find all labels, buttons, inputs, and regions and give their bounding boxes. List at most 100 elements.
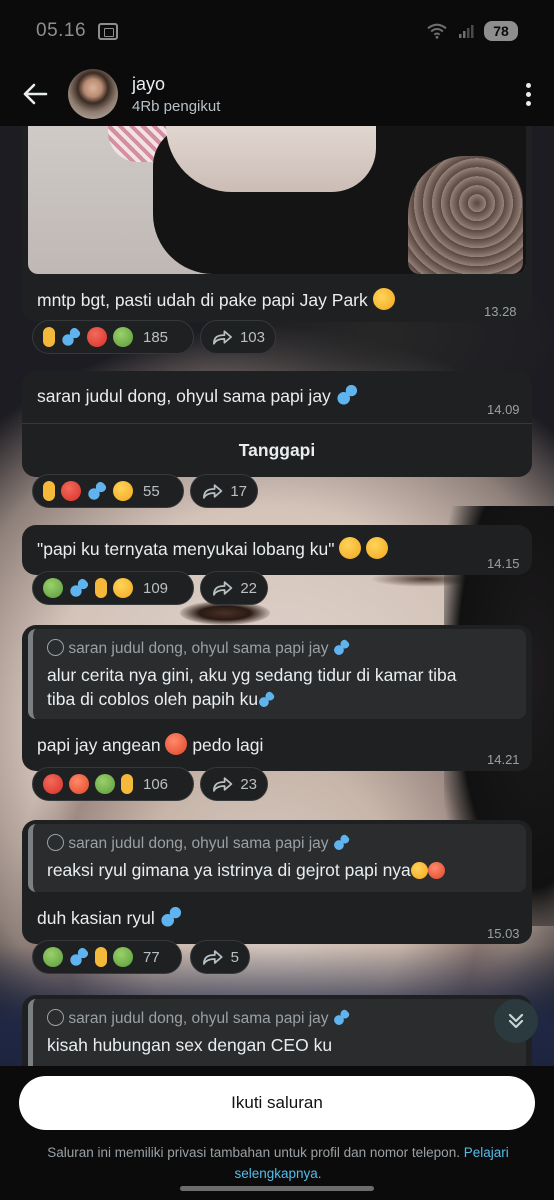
reactions-pill[interactable]: 185	[32, 320, 194, 354]
quoted-message[interactable]: saran judul dong, ohyul sama papi jay al…	[28, 629, 526, 719]
screen-record-icon	[98, 22, 119, 40]
status-time: 05.16	[36, 20, 87, 41]
forward-pill[interactable]: 23	[200, 767, 268, 801]
forward-count: 22	[240, 579, 257, 597]
menu-dot-icon	[525, 100, 531, 106]
reactions-pill[interactable]: 77	[32, 940, 182, 974]
sweat-droplets-emoji-icon	[332, 1009, 350, 1026]
forward-pill[interactable]: 17	[190, 474, 258, 508]
message-photo[interactable]	[28, 126, 526, 274]
quote-header: saran judul dong, ohyul sama papi jay	[47, 834, 350, 853]
drooling-face-emoji-icon	[339, 537, 362, 559]
vomiting-face-emoji-icon	[43, 947, 63, 967]
message-time: 14.21	[487, 752, 520, 767]
point-up-emoji-icon	[95, 947, 107, 967]
point-up-emoji-icon	[43, 327, 55, 347]
quote-header: saran judul dong, ohyul sama papi jay	[47, 639, 350, 658]
point-up-emoji-icon	[43, 481, 55, 501]
message-time: 13.28	[484, 304, 517, 319]
reaction-count: 55	[143, 482, 160, 500]
flushed-face-emoji-icon	[427, 862, 445, 879]
point-up-emoji-icon	[121, 774, 133, 794]
sweat-droplets-emoji-icon	[61, 327, 81, 347]
status-bar: 05.16 78	[0, 0, 554, 62]
sweat-droplets-emoji-icon	[87, 481, 107, 501]
forward-count: 5	[230, 948, 239, 966]
message-text: mntp bgt, pasti udah di pake papi Jay Pa…	[37, 288, 395, 312]
quote-header: saran judul dong, ohyul sama papi jay	[47, 1009, 350, 1028]
sweat-droplets-emoji-icon	[335, 384, 358, 406]
channel-title[interactable]: jayo 4Rb pengikut	[132, 74, 220, 115]
angry-face-emoji-icon	[87, 327, 107, 347]
scroll-to-bottom-button[interactable]	[494, 999, 538, 1043]
hand-over-mouth-emoji-icon	[410, 862, 428, 879]
flushed-face-emoji-icon	[69, 774, 89, 794]
back-button[interactable]	[20, 79, 50, 109]
nauseated-face-emoji-icon	[95, 774, 115, 794]
message-text: "papi ku ternyata menyukai lobang ku"	[37, 537, 389, 561]
quote-body: kisah hubungan sex dengan CEO ku	[47, 1035, 333, 1055]
signal-icon	[459, 25, 474, 38]
follower-count: 4Rb pengikut	[132, 97, 221, 115]
nauseated-face-emoji-icon	[113, 327, 133, 347]
message-time: 15.03	[487, 926, 520, 941]
quoted-message[interactable]: saran judul dong, ohyul sama papi jay ki…	[28, 999, 526, 1066]
flushed-face-emoji-icon	[165, 733, 188, 755]
help-circle-icon	[47, 834, 64, 851]
forward-pill[interactable]: 103	[200, 320, 276, 354]
nauseated-face-emoji-icon	[43, 578, 63, 598]
home-indicator	[180, 1186, 374, 1191]
sweat-droplets-emoji-icon	[69, 578, 89, 598]
sweat-droplets-emoji-icon	[332, 834, 350, 851]
more-options-button[interactable]	[524, 82, 532, 106]
back-arrow-icon	[23, 83, 48, 105]
smiling-blush-emoji-icon	[366, 537, 389, 559]
crying-face-emoji-icon	[113, 578, 133, 598]
menu-dot-icon	[525, 82, 531, 88]
help-circle-icon	[47, 1009, 64, 1026]
reaction-count: 77	[143, 948, 160, 966]
forward-icon	[213, 581, 233, 596]
angry-face-emoji-icon	[61, 481, 81, 501]
quote-body: reaksi ryul gimana ya istrinya di gejrot…	[47, 858, 445, 882]
quoted-message[interactable]: saran judul dong, ohyul sama papi jay re…	[28, 824, 526, 892]
reply-button[interactable]: Tanggapi	[22, 423, 532, 477]
follow-channel-button[interactable]: Ikuti saluran	[19, 1076, 535, 1130]
photo-detail	[166, 126, 376, 192]
privacy-notice: Saluran ini memiliki privasi tambahan un…	[47, 1145, 509, 1181]
channel-avatar[interactable]	[68, 69, 118, 119]
hand-over-mouth-emoji-icon	[372, 288, 395, 310]
menu-dot-icon	[525, 91, 531, 97]
channel-name: jayo	[132, 73, 166, 94]
channel-header: jayo 4Rb pengikut	[0, 62, 554, 126]
forward-pill[interactable]: 22	[200, 571, 268, 605]
forward-pill[interactable]: 5	[190, 940, 250, 974]
forward-icon	[203, 484, 223, 499]
message-text: saran judul dong, ohyul sama papi jay	[37, 384, 358, 408]
reactions-pill[interactable]: 106	[32, 767, 194, 801]
reactions-pill[interactable]: 109	[32, 571, 194, 605]
sweat-droplets-emoji-icon	[159, 906, 182, 928]
help-circle-icon	[47, 639, 64, 656]
reactions-pill[interactable]: 55	[32, 474, 184, 508]
forward-count: 17	[230, 482, 247, 500]
reaction-count: 185	[143, 328, 169, 346]
sweat-droplets-emoji-icon	[258, 691, 276, 708]
quote-body: alur cerita nya gini, aku yg sedang tidu…	[47, 665, 457, 709]
forward-count: 23	[240, 775, 257, 793]
photo-detail	[408, 156, 523, 274]
message-time: 14.09	[487, 402, 520, 417]
sweat-droplets-emoji-icon	[332, 639, 350, 656]
message-text: papi jay angean pedo lagi	[37, 733, 264, 755]
forward-icon	[213, 777, 233, 792]
sweat-droplets-emoji-icon	[69, 947, 89, 967]
reaction-count: 109	[143, 579, 169, 597]
message-text: duh kasian ryul	[37, 906, 182, 930]
forward-count: 103	[239, 328, 265, 346]
wifi-icon	[427, 23, 447, 39]
reaction-count: 106	[143, 775, 169, 793]
message-time: 14.15	[487, 556, 520, 571]
double-chevron-down-icon	[508, 1013, 524, 1029]
battery-indicator: 78	[484, 21, 518, 41]
angry-face-emoji-icon	[43, 774, 63, 794]
